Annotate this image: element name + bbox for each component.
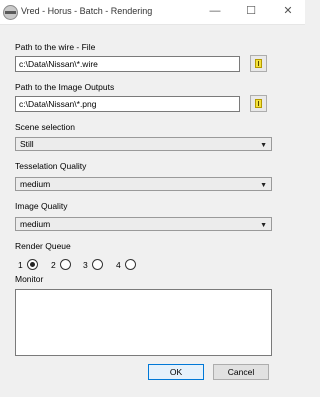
render-queue-radio-group: 1 2 3 4: [18, 259, 138, 273]
title-bar: Vred - Horus - Batch - Rendering — ☐ ✕: [0, 0, 305, 25]
chevron-down-icon: ▼: [260, 182, 267, 189]
chevron-down-icon: ▼: [260, 142, 267, 149]
image-quality-dropdown[interactable]: medium ▼: [15, 217, 272, 231]
maximize-button[interactable]: ☐: [238, 2, 264, 20]
wire-path-input[interactable]: c:\Data\Nissan\*.wire: [15, 56, 240, 72]
render-queue-label: Render Queue: [15, 241, 71, 251]
wire-path-label: Path to the wire - File: [15, 42, 96, 52]
radio-button[interactable]: [60, 259, 71, 270]
folder-icon: [255, 99, 262, 108]
cancel-button[interactable]: Cancel: [213, 364, 269, 380]
scene-selection-label: Scene selection: [15, 122, 76, 132]
close-button[interactable]: ✕: [275, 2, 301, 20]
tesselation-quality-label: Tesselation Quality: [15, 161, 87, 171]
image-outputs-input[interactable]: c:\Data\Nissan\*.png: [15, 96, 240, 112]
monitor-textarea[interactable]: [15, 289, 272, 356]
image-quality-value: medium: [20, 219, 51, 229]
wire-path-browse-button[interactable]: [250, 55, 267, 72]
image-outputs-label: Path to the Image Outputs: [15, 82, 115, 92]
minimize-button[interactable]: —: [202, 2, 228, 20]
scene-selection-dropdown[interactable]: Still ▼: [15, 137, 272, 151]
radio-label: 1: [18, 260, 23, 270]
image-outputs-browse-button[interactable]: [250, 95, 267, 112]
scene-selection-value: Still: [20, 139, 34, 149]
window-title: Vred - Horus - Batch - Rendering: [21, 6, 153, 16]
tesselation-quality-value: medium: [20, 179, 51, 189]
radio-button-checked[interactable]: [27, 259, 38, 270]
folder-icon: [255, 59, 262, 68]
radio-label: 3: [83, 260, 88, 270]
radio-label: 2: [51, 260, 56, 270]
image-quality-label: Image Quality: [15, 201, 68, 211]
radio-label: 4: [116, 260, 121, 270]
app-logo-icon: [3, 5, 18, 20]
monitor-label: Monitor: [15, 274, 44, 284]
ok-button[interactable]: OK: [148, 364, 204, 380]
chevron-down-icon: ▼: [260, 222, 267, 229]
tesselation-quality-dropdown[interactable]: medium ▼: [15, 177, 272, 191]
radio-button[interactable]: [92, 259, 103, 270]
radio-button[interactable]: [125, 259, 136, 270]
